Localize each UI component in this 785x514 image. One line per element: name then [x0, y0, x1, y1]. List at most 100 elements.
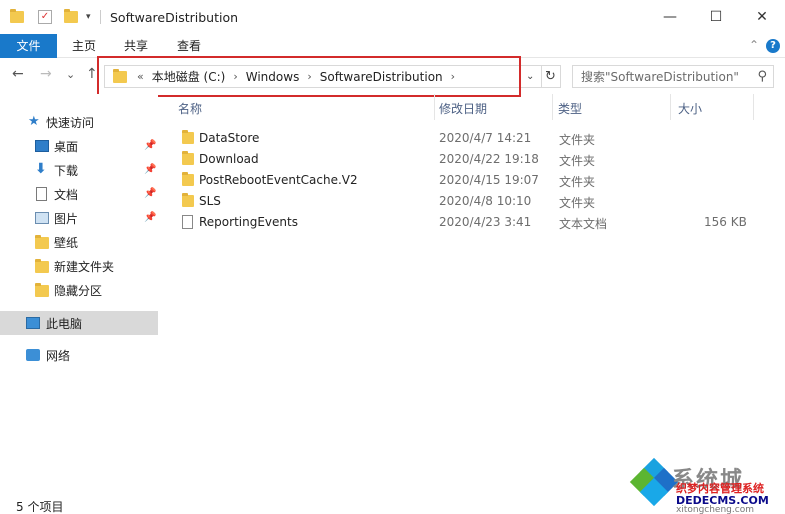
file-name: PostRebootEventCache.V2 [199, 173, 358, 187]
file-modified: 2020/4/22 19:18 [439, 152, 539, 166]
customize-toolbar-button[interactable]: ▾ [86, 8, 91, 26]
sidebar-item-label: 新建文件夹 [54, 259, 115, 274]
folder-icon [182, 193, 194, 207]
item-count: 5 个项目 [16, 500, 64, 514]
file-type: 文本文档 [559, 217, 608, 231]
title-bar: ✓ ▾ SoftwareDistribution — ☐ ✕ [0, 0, 785, 34]
close-button[interactable]: ✕ [739, 0, 785, 34]
column-name[interactable]: 名称 [178, 100, 202, 117]
tab-home[interactable]: 主页 [64, 34, 104, 58]
file-modified: 2020/4/8 10:10 [439, 194, 532, 208]
sidebar-item-documents[interactable]: 文档 📌 [0, 182, 158, 206]
table-row[interactable]: DataStore 2020/4/7 14:21 文件夹 [178, 128, 778, 149]
column-size[interactable]: 大小 [678, 100, 702, 117]
sidebar-item-network[interactable]: 网络 [0, 343, 158, 367]
file-modified: 2020/4/7 14:21 [439, 131, 532, 145]
folder-icon [182, 172, 194, 186]
table-row[interactable]: SLS 2020/4/8 10:10 文件夹 [178, 191, 778, 212]
pin-icon[interactable]: 📌 [144, 188, 156, 199]
divider[interactable] [552, 94, 553, 120]
divider [100, 10, 101, 24]
table-row[interactable]: PostRebootEventCache.V2 2020/4/15 19:07 … [178, 170, 778, 191]
pin-icon[interactable]: 📌 [144, 164, 156, 175]
sidebar-item-pictures[interactable]: 图片 📌 [0, 206, 158, 230]
star-icon: ★ [28, 114, 40, 129]
sidebar-item-wallpaper[interactable]: 壁纸 [0, 230, 158, 254]
file-type: 文件夹 [559, 175, 596, 189]
file-name: SLS [199, 194, 221, 208]
sidebar-item-quick-access[interactable]: ★ 快速访问 [0, 110, 158, 134]
quick-access-toolbar [10, 8, 24, 26]
folder-icon [35, 235, 49, 249]
folder-icon [35, 283, 49, 297]
refresh-button[interactable]: ↻ [541, 65, 561, 88]
forward-button[interactable]: → [40, 66, 52, 82]
folder-icon [64, 9, 78, 23]
breadcrumb-softwaredistribution[interactable]: SoftwareDistribution [320, 70, 443, 84]
text-file-icon [182, 215, 193, 229]
file-type: 文件夹 [559, 154, 596, 168]
watermark-logo: 系统城 织梦内容管理系统 DEDECMS.COM xitongcheng.com [629, 457, 782, 514]
logo-icon [629, 457, 679, 507]
folder-icon [182, 130, 194, 144]
ribbon-tabs: 文件 主页 共享 查看 ⌃ ? [0, 34, 785, 58]
sidebar-item-label: 网络 [46, 348, 71, 363]
picture-icon [35, 212, 49, 224]
pin-icon[interactable]: 📌 [144, 212, 156, 223]
chevron-right-icon[interactable]: › [451, 70, 455, 83]
file-type: 文件夹 [559, 196, 596, 210]
sidebar-item-label: 图片 [54, 211, 79, 226]
file-name: DataStore [199, 131, 260, 145]
sidebar-item-desktop[interactable]: 桌面 📌 [0, 134, 158, 158]
sidebar-item-label: 桌面 [54, 139, 79, 154]
sidebar-item-label: 文档 [54, 187, 79, 202]
tab-file[interactable]: 文件 [0, 34, 57, 58]
sidebar-item-hidden-partition[interactable]: 隐藏分区 [0, 278, 158, 302]
file-name: ReportingEvents [199, 215, 298, 229]
minimize-button[interactable]: — [647, 0, 693, 34]
folder-icon [113, 68, 127, 83]
pin-icon[interactable]: 📌 [144, 140, 156, 151]
breadcrumb-windows[interactable]: Windows [246, 70, 300, 84]
overflow-icon[interactable]: « [137, 70, 144, 83]
divider[interactable] [753, 94, 754, 120]
search-input[interactable]: 搜索"SoftwareDistribution" ⚲ [572, 65, 774, 88]
address-bar[interactable]: « 本地磁盘 (C:) › Windows › SoftwareDistribu… [104, 65, 542, 88]
properties-button[interactable]: ✓ [38, 8, 52, 26]
sidebar-item-label: 快速访问 [46, 115, 95, 130]
help-icon[interactable]: ? [766, 39, 780, 53]
tab-view[interactable]: 查看 [169, 34, 209, 58]
recent-locations-button[interactable]: ⌄ [66, 68, 75, 81]
sidebar-item-new-folder[interactable]: 新建文件夹 [0, 254, 158, 278]
download-icon: ⬇ [35, 161, 47, 177]
search-placeholder: 搜索"SoftwareDistribution" [581, 70, 739, 84]
maximize-button[interactable]: ☐ [693, 0, 739, 34]
new-folder-button[interactable] [64, 8, 78, 26]
sidebar-item-downloads[interactable]: ⬇ 下载 📌 [0, 158, 158, 182]
divider[interactable] [434, 94, 435, 120]
chevron-right-icon[interactable]: › [307, 70, 311, 83]
navigation-pane: ★ 快速访问 桌面 📌 ⬇ 下载 📌 文档 📌 图片 📌 壁纸 新建文件夹 隐藏… [0, 94, 158, 496]
divider[interactable] [670, 94, 671, 120]
table-row[interactable]: Download 2020/4/22 19:18 文件夹 [178, 149, 778, 170]
desktop-icon [35, 140, 49, 152]
address-dropdown-icon[interactable]: ⌄ [526, 71, 534, 82]
column-modified[interactable]: 修改日期 [439, 100, 487, 117]
collapse-ribbon-button[interactable]: ⌃ [749, 38, 759, 52]
file-modified: 2020/4/23 3:41 [439, 215, 532, 229]
chevron-right-icon[interactable]: › [233, 70, 237, 83]
up-button[interactable]: ↑ [86, 66, 98, 82]
breadcrumb-local-disk[interactable]: 本地磁盘 (C:) [152, 68, 226, 85]
sidebar-item-label: 此电脑 [46, 316, 83, 331]
window-title: SoftwareDistribution [110, 10, 239, 25]
file-name: Download [199, 152, 259, 166]
file-type: 文件夹 [559, 133, 596, 147]
folder-icon [10, 9, 24, 23]
back-button[interactable]: ← [12, 66, 24, 82]
network-icon [26, 349, 40, 361]
tab-share[interactable]: 共享 [116, 34, 156, 58]
sidebar-item-this-pc[interactable]: 此电脑 [0, 311, 158, 335]
table-row[interactable]: ReportingEvents 2020/4/23 3:41 文本文档 156 … [178, 212, 778, 233]
column-type[interactable]: 类型 [558, 100, 582, 117]
sidebar-item-label: 下载 [54, 163, 79, 178]
